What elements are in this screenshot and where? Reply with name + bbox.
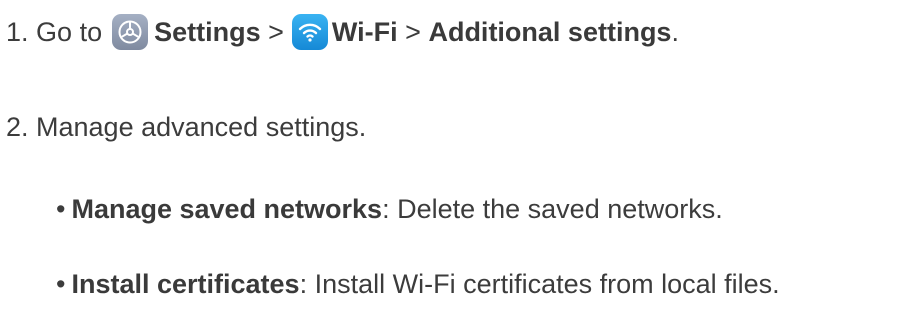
additional-settings-label: Additional settings — [428, 17, 672, 47]
step-1-number: 1. — [6, 17, 29, 47]
step-2: 2. Manage advanced settings. — [6, 107, 366, 147]
step-2-text: 2. Manage advanced settings. — [6, 112, 367, 142]
bullet-symbol: • — [56, 194, 66, 224]
bullet-description: : Delete the saved networks. — [382, 194, 723, 224]
breadcrumb-separator: > — [268, 17, 284, 47]
step-1: 1. Go to Settings > Wi-Fi > Additional s… — [6, 12, 679, 52]
settings-label: Settings — [154, 17, 261, 47]
bullet-item-install-certificates: • Install certificates : Install Wi-Fi c… — [56, 264, 780, 304]
breadcrumb-separator: > — [405, 17, 421, 47]
step-1-period: . — [671, 17, 679, 47]
bullet-title: Install certificates — [71, 269, 300, 299]
bullet-description: : Install Wi-Fi certificates from local … — [299, 269, 780, 299]
bullet-title: Manage saved networks — [71, 194, 383, 224]
settings-gear-icon — [112, 14, 149, 50]
wifi-label: Wi-Fi — [331, 17, 398, 47]
wifi-icon — [291, 14, 328, 50]
step-1-go-to: Go to — [36, 17, 103, 47]
bullet-symbol: • — [56, 269, 66, 299]
bullet-item-manage-saved-networks: • Manage saved networks : Delete the sav… — [56, 189, 723, 229]
